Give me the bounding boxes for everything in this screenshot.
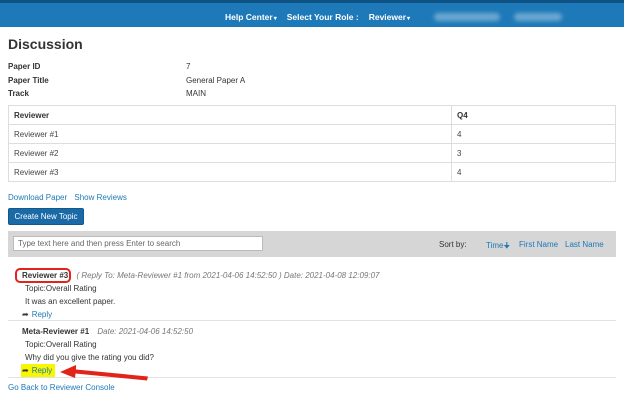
annotation-arrow-icon [60,365,148,381]
back-to-console-link[interactable]: Go Back to Reviewer Console [8,383,115,392]
